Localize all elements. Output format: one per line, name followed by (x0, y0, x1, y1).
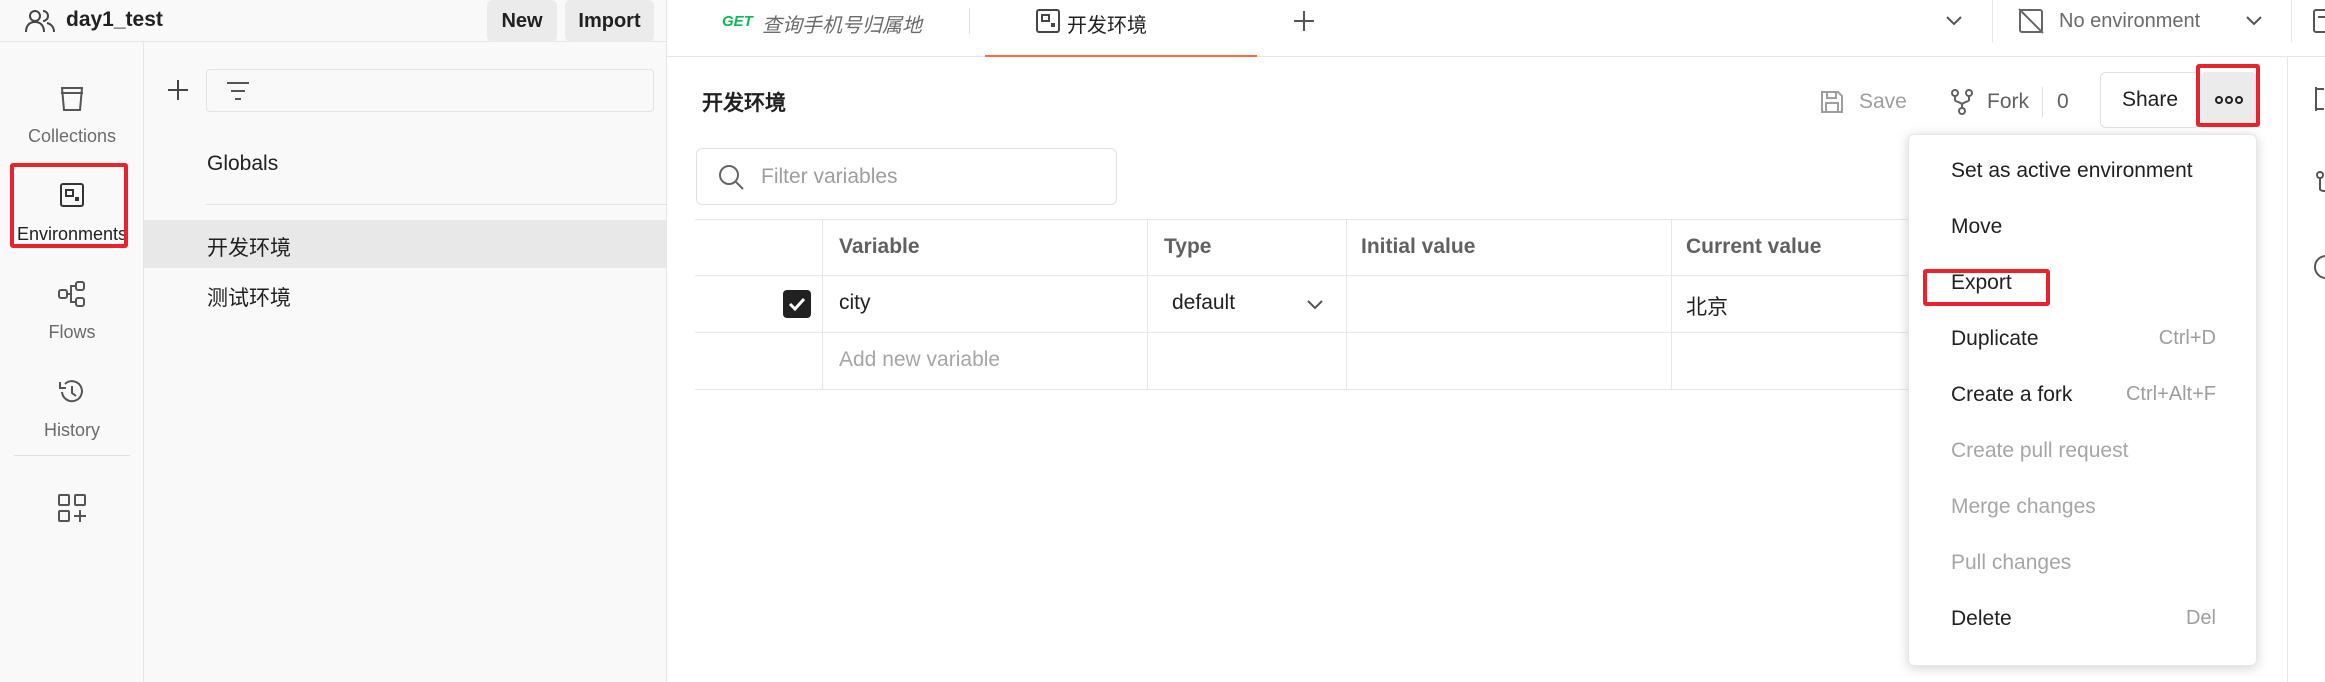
tab-title: 开发环境 (1067, 15, 1147, 37)
sidebar-item-env-test[interactable]: 测试环境 (144, 270, 667, 318)
rail-item-flows[interactable]: Flows (0, 266, 144, 350)
tab-request[interactable]: GET 查询手机号归属地 (722, 0, 1022, 57)
fork-button[interactable]: Fork (1949, 77, 2039, 127)
fork-count: 0 (2057, 90, 2069, 113)
environment-quick-look-icon[interactable] (2313, 8, 2325, 34)
workspace-bar: day1_test New Import (0, 0, 667, 42)
more-actions-button[interactable] (2201, 72, 2256, 128)
add-workbench-icon[interactable] (56, 492, 88, 524)
new-tab-icon[interactable] (1292, 9, 1316, 33)
add-variable-input[interactable]: Add new variable (822, 333, 1147, 389)
collections-icon (60, 87, 84, 111)
method-badge: GET (722, 13, 753, 30)
table-row: city default 北京 (695, 276, 1995, 333)
menu-item-create-pull-request: Create pull request (1951, 439, 2129, 462)
fork-info-icon[interactable] (2312, 169, 2325, 197)
check-icon (788, 297, 806, 312)
environment-select-value: No environment (2059, 9, 2201, 32)
shortcut-hint: Ctrl+Alt+F (2125, 383, 2216, 405)
fork-icon (1951, 89, 1973, 115)
add-icon[interactable] (166, 78, 190, 102)
environment-actions-menu: Set as active environment Move Export Du… (1908, 134, 2257, 666)
menu-item-merge-changes: Merge changes (1951, 495, 2096, 518)
page-title: 开发环境 (702, 92, 786, 115)
search-icon (719, 165, 744, 190)
env-label: 测试环境 (207, 287, 291, 310)
environment-select[interactable]: No environment (2017, 0, 2287, 42)
tab-title: 查询手机号归属地 (762, 15, 922, 37)
info-icon[interactable] (2312, 253, 2325, 281)
workspace-name[interactable]: day1_test (66, 8, 163, 32)
column-header-initial-value: Initial value (1346, 220, 1671, 275)
more-horizontal-icon (2215, 96, 2243, 104)
right-sidebar-rail (2287, 57, 2325, 682)
menu-item-create-fork[interactable]: Create a fork Ctrl+Alt+F (1909, 367, 2258, 423)
menu-item-delete[interactable]: Delete Del (1909, 591, 2258, 647)
divider (2291, 0, 2292, 42)
rail-divider (14, 455, 130, 456)
environment-icon (1036, 9, 1060, 33)
no-environment-icon (2018, 8, 2044, 34)
filter-placeholder: Filter variables (761, 165, 898, 188)
rail-label-collections: Collections (27, 126, 117, 146)
column-header-variable: Variable (822, 220, 1147, 275)
shortcut-hint: Del (2185, 607, 2216, 629)
column-header-type: Type (1147, 220, 1346, 275)
table-header-row: Variable Type Initial value Current valu… (695, 219, 1995, 276)
environments-sidebar: Globals 开发环境 测试环境 (144, 42, 667, 682)
rail-label-history: History (43, 420, 100, 440)
tab-bar: GET 查询手机号归属地 开发环境 No environment (667, 0, 2325, 57)
sidebar-rail: Collections Environments Flows History (0, 42, 144, 682)
fork-label: Fork (1987, 90, 2029, 113)
variable-type-select[interactable]: default (1147, 276, 1346, 332)
rail-item-history[interactable]: History (0, 364, 144, 448)
rail-label-environments: Environments (16, 224, 128, 244)
history-icon (59, 380, 83, 403)
empty-cell (1147, 333, 1346, 389)
save-button[interactable]: Save (1819, 77, 1919, 127)
menu-item-move[interactable]: Move (1909, 199, 2258, 255)
divider (2042, 87, 2043, 117)
add-variable-row: Add new variable (695, 333, 1995, 390)
documentation-icon[interactable] (2312, 85, 2325, 113)
app-window: day1_test New Import Collections Environ… (0, 0, 2325, 682)
chevron-down-icon (1307, 300, 1323, 310)
chevron-down-icon (2246, 16, 2262, 26)
menu-item-pull-changes: Pull changes (1951, 551, 2072, 574)
tab-environment[interactable]: 开发环境 (985, 0, 1257, 57)
initial-value-cell[interactable] (1346, 276, 1671, 332)
environments-icon (60, 183, 84, 207)
import-button[interactable]: Import (565, 0, 654, 42)
flows-icon (58, 281, 85, 307)
sidebar-item-globals[interactable]: Globals (207, 152, 278, 176)
tab-divider (969, 8, 970, 34)
menu-item-duplicate[interactable]: Duplicate Ctrl+D (1909, 311, 2258, 367)
filter-variables-input[interactable]: Filter variables (696, 148, 1117, 205)
sidebar-item-env-dev[interactable]: 开发环境 (144, 220, 667, 268)
rail-item-environments[interactable]: Environments (0, 168, 144, 252)
empty-cell (1346, 333, 1671, 389)
share-button[interactable]: Share (2100, 72, 2200, 128)
save-label: Save (1859, 90, 1907, 113)
rail-item-collections[interactable]: Collections (0, 70, 144, 154)
rail-label-flows: Flows (48, 322, 96, 342)
env-label: 开发环境 (207, 237, 291, 260)
divider (1992, 0, 1993, 42)
menu-item-set-active[interactable]: Set as active environment (1909, 143, 2258, 199)
sidebar-filter[interactable] (206, 69, 654, 112)
chevron-down-icon[interactable] (1945, 14, 1963, 28)
variable-name-cell[interactable]: city (822, 276, 1147, 332)
team-icon (25, 10, 55, 33)
variable-enabled-checkbox[interactable] (783, 290, 811, 318)
shortcut-hint: Ctrl+D (2158, 327, 2216, 349)
menu-item-export[interactable]: Export (1909, 255, 2258, 311)
new-button[interactable]: New (487, 0, 557, 42)
save-icon (1821, 91, 1843, 113)
sidebar-divider (206, 204, 667, 205)
filter-icon (227, 82, 249, 100)
